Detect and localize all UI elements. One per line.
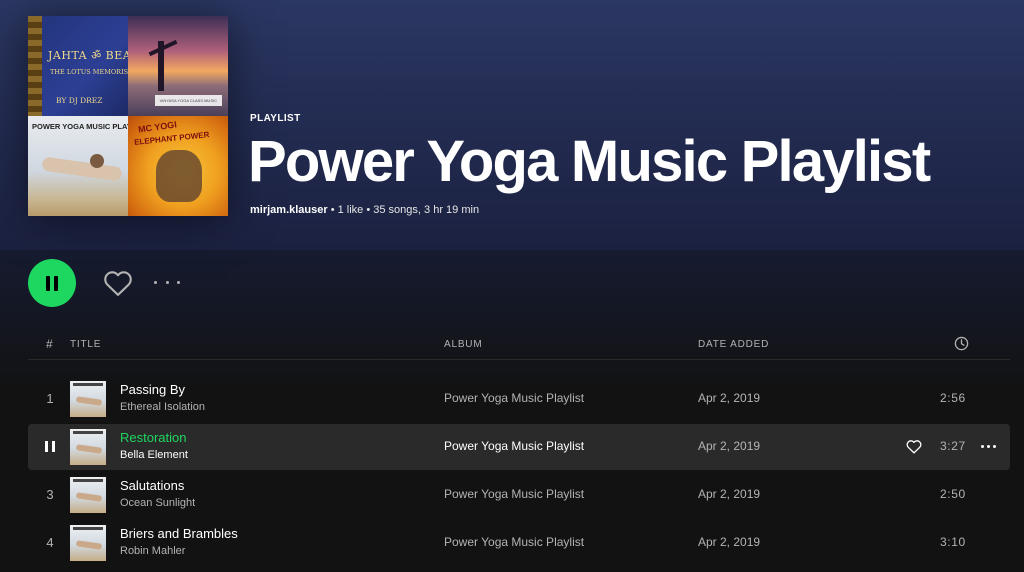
track-duration: 2:50 <box>940 487 966 501</box>
track-album-art <box>70 429 106 465</box>
track-number: 4 <box>46 535 54 550</box>
heart-outline-icon[interactable] <box>906 439 922 454</box>
table-row[interactable]: 3 Salutations Ocean Sunlight Power Yoga … <box>28 472 1010 518</box>
track-number: 1 <box>46 391 54 406</box>
cover-tile-1-subtitle: THE LOTUS MEMORIS <box>50 68 128 76</box>
track-album-art <box>70 477 106 513</box>
column-header-title[interactable]: TITLE <box>70 339 101 350</box>
track-duration: 3:27 <box>940 439 966 453</box>
track-artist[interactable]: Ethereal Isolation <box>120 401 205 413</box>
track-date-added: Apr 2, 2019 <box>698 391 761 405</box>
ganesha-shape <box>156 150 202 202</box>
playlist-duration: , 3 hr 19 min <box>417 204 480 216</box>
track-artist[interactable]: Robin Mahler <box>120 545 185 557</box>
pause-button[interactable] <box>28 259 76 307</box>
column-header-album[interactable]: ALBUM <box>444 339 482 350</box>
cover-tile-4-artist: MC YOGI <box>137 119 178 135</box>
pause-icon-bar-left <box>46 275 50 291</box>
page-title: Power Yoga Music Playlist <box>248 129 931 194</box>
column-header-number: # <box>46 337 54 351</box>
table-row[interactable]: 1 Passing By Ethereal Isolation Power Yo… <box>28 376 1010 422</box>
cover-tile-1-artist: BY DJ DREZ <box>56 96 103 105</box>
track-album-art <box>70 525 106 561</box>
more-horizontal-icon-dot <box>154 280 157 284</box>
table-row-active[interactable]: Restoration Bella Element Power Yoga Mus… <box>28 424 1010 470</box>
clock-icon <box>954 336 969 351</box>
track-artist[interactable]: Bella Element <box>120 449 188 461</box>
track-duration: 2:56 <box>940 391 966 405</box>
track-date-added: Apr 2, 2019 <box>698 535 761 549</box>
track-title[interactable]: Salutations <box>120 478 184 493</box>
track-album[interactable]: Power Yoga Music Playlist <box>444 391 584 405</box>
track-album[interactable]: Power Yoga Music Playlist <box>444 535 584 549</box>
playlist-song-count: 35 songs <box>373 204 418 216</box>
more-horizontal-icon-dot <box>177 280 180 284</box>
column-header-duration[interactable] <box>954 336 969 354</box>
playlist-cover-mosaic: JAHTA ॐ BEAT THE LOTUS MEMORIS BY DJ DRE… <box>28 16 228 216</box>
tracklist-header: # TITLE ALBUM DATE ADDED <box>28 332 1010 360</box>
table-row[interactable]: 4 Briers and Brambles Robin Mahler Power… <box>28 520 1010 566</box>
more-horizontal-icon-dot <box>993 445 996 448</box>
playlist-owner-link[interactable]: mirjam.klauser <box>250 204 328 216</box>
yoga-pose-shape <box>41 156 123 182</box>
more-options-button[interactable] <box>154 274 180 290</box>
more-horizontal-icon-dot <box>165 280 169 284</box>
track-album[interactable]: Power Yoga Music Playlist <box>444 487 584 501</box>
track-album[interactable]: Power Yoga Music Playlist <box>444 439 584 453</box>
track-date-added: Apr 2, 2019 <box>698 439 761 453</box>
track-pause-icon[interactable] <box>45 441 55 452</box>
cover-tile-1-title: JAHTA ॐ BEAT <box>48 49 128 62</box>
playlist-type-label: PLAYLIST <box>250 113 301 124</box>
track-number: 3 <box>46 487 54 502</box>
cover-tile-jahta-beat: JAHTA ॐ BEAT THE LOTUS MEMORIS BY DJ DRE… <box>28 16 128 116</box>
yoga-head-shape <box>90 154 104 168</box>
heart-outline-icon <box>104 271 132 296</box>
track-date-added: Apr 2, 2019 <box>698 487 761 501</box>
track-title[interactable]: Passing By <box>120 382 185 397</box>
cover-tile-yoga-sunset: VINYASA YOGA CLASS MUSIC <box>128 16 228 116</box>
cover-tile-2-caption: VINYASA YOGA CLASS MUSIC <box>154 95 222 106</box>
cover-tile-power-yoga: POWER YOGA MUSIC PLAYLIST <box>28 116 128 216</box>
cover-tile-3-title: POWER YOGA MUSIC PLAYLIST <box>32 122 128 131</box>
track-duration: 3:10 <box>940 535 966 549</box>
pause-icon-bar-right <box>54 275 58 291</box>
track-album-art <box>70 381 106 417</box>
playlist-likes: • 1 like • <box>327 204 374 216</box>
track-title[interactable]: Briers and Brambles <box>120 526 238 541</box>
track-artist[interactable]: Ocean Sunlight <box>120 497 195 509</box>
like-button[interactable] <box>103 269 133 297</box>
track-more-options-button[interactable] <box>981 445 996 449</box>
track-title[interactable]: Restoration <box>120 430 186 445</box>
cover-tile-elephant-power: MC YOGI ELEPHANT POWER <box>128 116 228 216</box>
column-header-date-added[interactable]: DATE ADDED <box>698 339 769 350</box>
playlist-meta: mirjam.klauser • 1 like • 35 songs, 3 hr… <box>250 204 479 216</box>
more-horizontal-icon-dot <box>987 445 990 448</box>
more-horizontal-icon-dot <box>981 445 984 448</box>
